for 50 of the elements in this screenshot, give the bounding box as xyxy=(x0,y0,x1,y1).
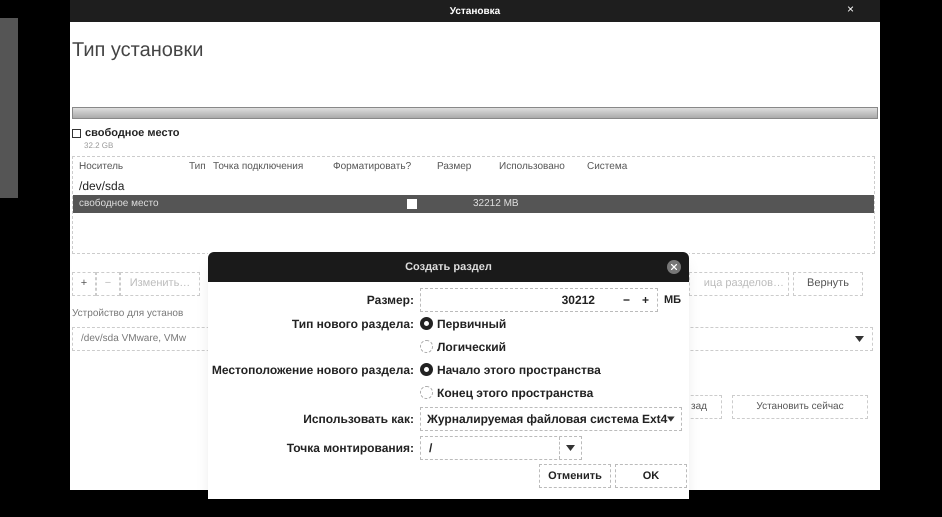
partition-size: 32212 MB xyxy=(473,197,519,211)
install-now-button[interactable]: Установить сейчас xyxy=(732,394,868,418)
page-heading: Тип установки xyxy=(72,38,204,63)
radio-label: Первичный xyxy=(437,316,506,332)
radio-button[interactable] xyxy=(420,317,433,330)
cancel-button[interactable]: Отменить xyxy=(539,464,611,488)
legend-size: 32.2 GB xyxy=(84,142,114,150)
toolbar-button[interactable]: + xyxy=(72,272,96,296)
partition-name: свободное место xyxy=(79,197,160,211)
column-header[interactable]: Точка подключения xyxy=(213,159,333,174)
table-row[interactable]: свободное место 32212 MB xyxy=(73,194,874,212)
field-label: Точка монтирования: xyxy=(286,440,414,457)
column-header[interactable]: Размер xyxy=(437,159,499,174)
field-label: Размер: xyxy=(366,292,414,309)
ok-button[interactable]: OK xyxy=(615,464,687,488)
column-header[interactable]: Использовано xyxy=(499,159,587,174)
field-label: Использовать как: xyxy=(302,411,414,428)
window-title: Установка xyxy=(450,4,500,18)
radio-label: Начало этого пространства xyxy=(437,362,601,378)
radio-label: Логический xyxy=(437,338,506,356)
radio-button[interactable] xyxy=(420,386,433,399)
dialog-title: Создать раздел xyxy=(405,260,492,275)
field-label: Местоположение нового раздела: xyxy=(210,362,414,378)
column-header[interactable]: Носитель xyxy=(79,159,189,174)
table-row[interactable]: /dev/sda xyxy=(73,176,874,194)
dropdown-arrow-icon xyxy=(667,416,675,422)
close-icon xyxy=(671,264,677,270)
radio-button[interactable] xyxy=(420,340,433,353)
use-as-select[interactable]: Журналируемая файловая система Ext4 xyxy=(420,407,682,431)
close-button[interactable] xyxy=(667,260,681,274)
format-checkbox[interactable] xyxy=(407,198,417,208)
unit-label: МБ xyxy=(664,292,682,308)
column-header[interactable]: Тип xyxy=(189,159,213,174)
field-label: Тип нового раздела: xyxy=(290,316,414,332)
increment-button[interactable]: + xyxy=(642,291,649,309)
mount-point-combo[interactable]: / xyxy=(420,436,582,460)
size-spin-field[interactable]: 30212 − + xyxy=(420,288,658,312)
radio-label: Конец этого пространства xyxy=(437,384,594,402)
dropdown-arrow-icon xyxy=(566,445,575,451)
decrement-button[interactable]: − xyxy=(622,291,630,309)
device-name: /dev/sda xyxy=(79,178,124,194)
radio-button[interactable] xyxy=(420,363,433,376)
legend-label: свободное место xyxy=(85,126,180,141)
column-header[interactable]: Форматировать? xyxy=(333,159,437,174)
toolbar-button[interactable]: Вернуть xyxy=(793,272,863,296)
size-value: 30212 xyxy=(562,292,595,309)
device-label: Устройство для установ xyxy=(72,306,184,320)
column-header[interactable]: Система xyxy=(587,159,647,174)
dropdown-arrow-icon xyxy=(855,336,864,342)
close-button[interactable]: × xyxy=(842,3,858,15)
